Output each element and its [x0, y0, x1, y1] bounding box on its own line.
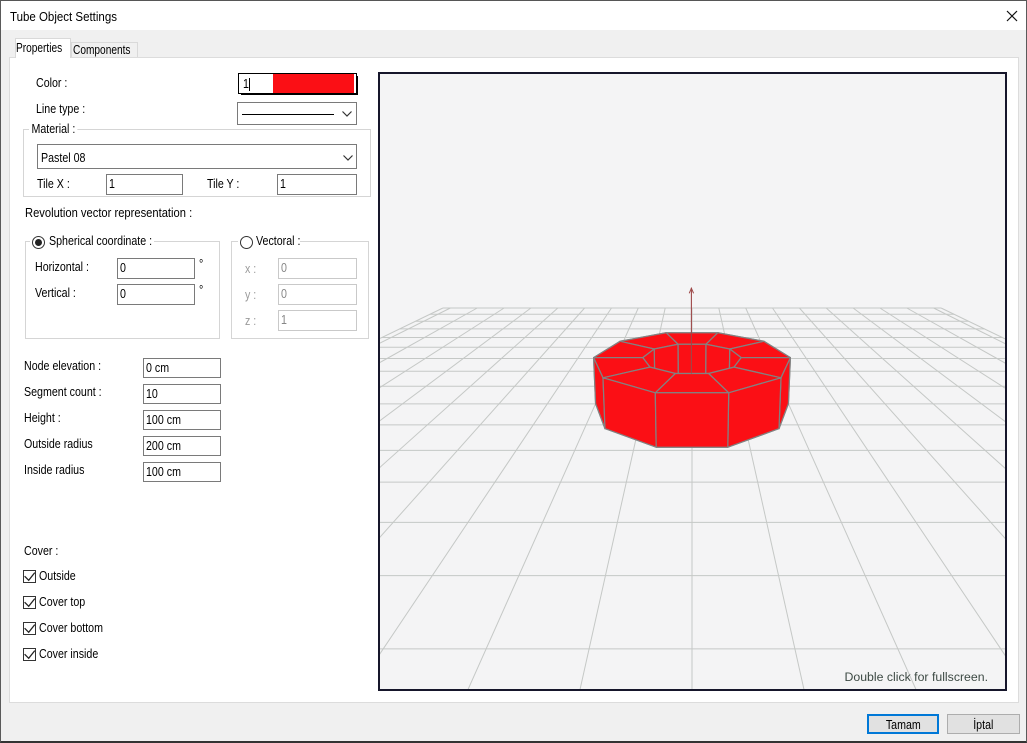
svg-text:Double click for fullscreen.: Double click for fullscreen. — [844, 670, 988, 684]
